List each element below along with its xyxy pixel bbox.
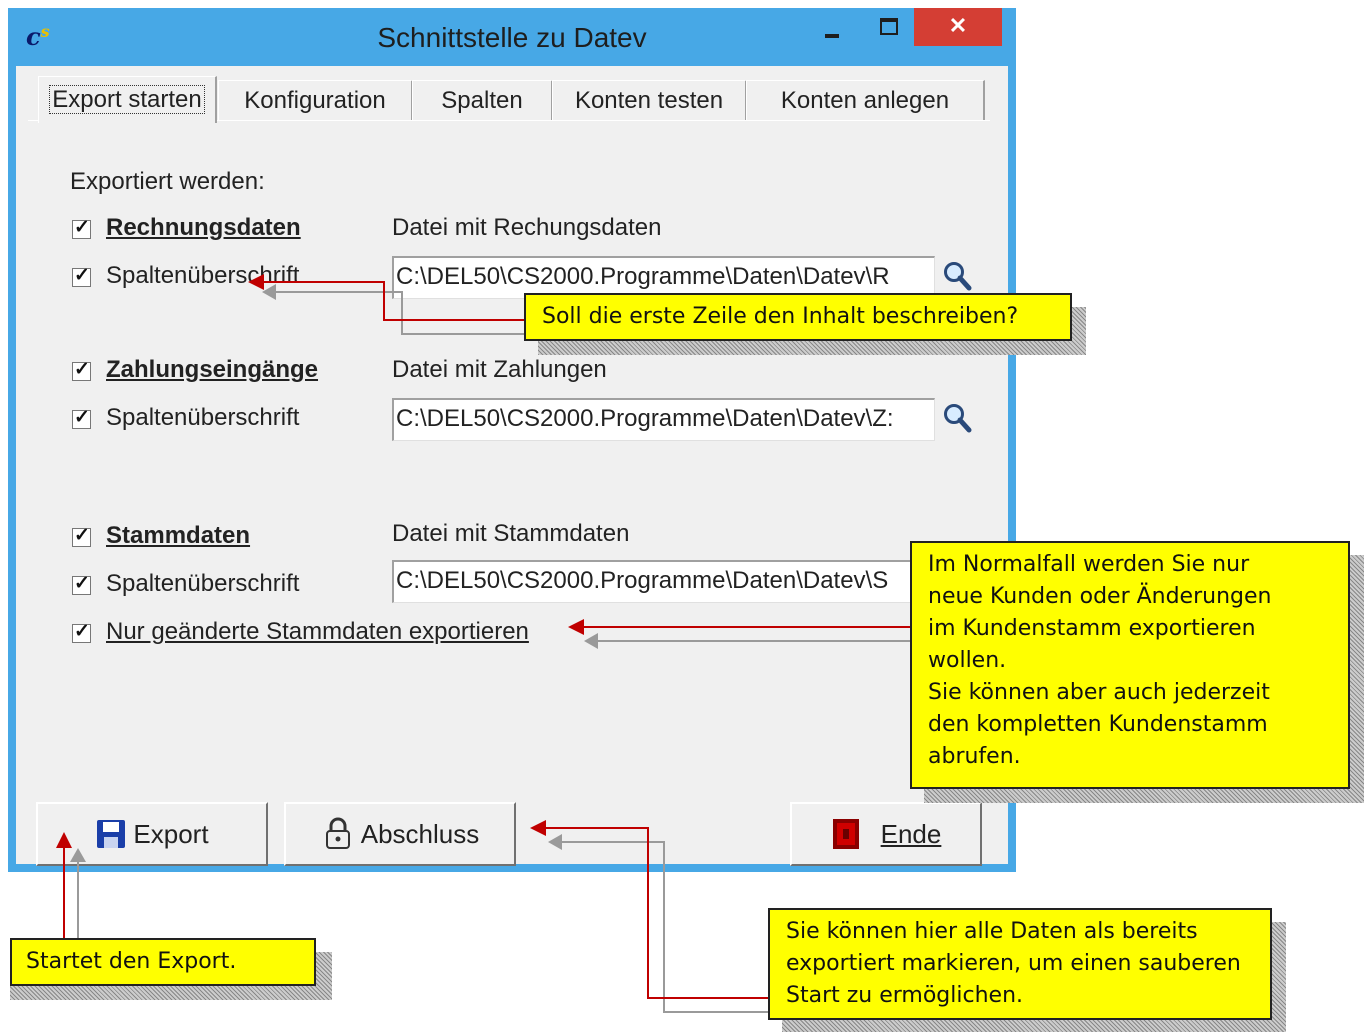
callout-abschluss-line: Sie können hier alle Daten als bereits bbox=[786, 919, 1198, 944]
callout-abschluss-tooltip: Sie können hier alle Daten als bereits e… bbox=[768, 908, 1272, 1020]
callout-stamm-line: abrufen. bbox=[928, 744, 1021, 769]
callout-stamm-line: wollen. bbox=[928, 648, 1007, 673]
callout-stamm-line: im Kundenstamm exportieren bbox=[928, 616, 1256, 641]
callout-stamm-line: Sie können aber auch jederzeit bbox=[928, 680, 1270, 705]
callout-stamm-tooltip: Im Normalfall werden Sie nur neue Kunden… bbox=[910, 541, 1350, 789]
callout-stamm-line: den kompletten Kundenstamm bbox=[928, 712, 1268, 737]
callout-arrows bbox=[56, 274, 924, 1013]
callout-stamm-line: neue Kunden oder Änderungen bbox=[928, 584, 1272, 609]
callout-abschluss-line: Start zu ermöglichen. bbox=[786, 983, 1024, 1008]
callout-header-tooltip: Soll die erste Zeile den Inhalt beschrei… bbox=[524, 293, 1072, 341]
callout-stamm-line: Im Normalfall werden Sie nur bbox=[928, 552, 1250, 577]
callout-abschluss-line: exportiert markieren, um einen sauberen bbox=[786, 951, 1241, 976]
tab-export-starten[interactable]: Export starten bbox=[38, 76, 217, 123]
callout-export-tooltip: Startet den Export. bbox=[10, 938, 316, 986]
